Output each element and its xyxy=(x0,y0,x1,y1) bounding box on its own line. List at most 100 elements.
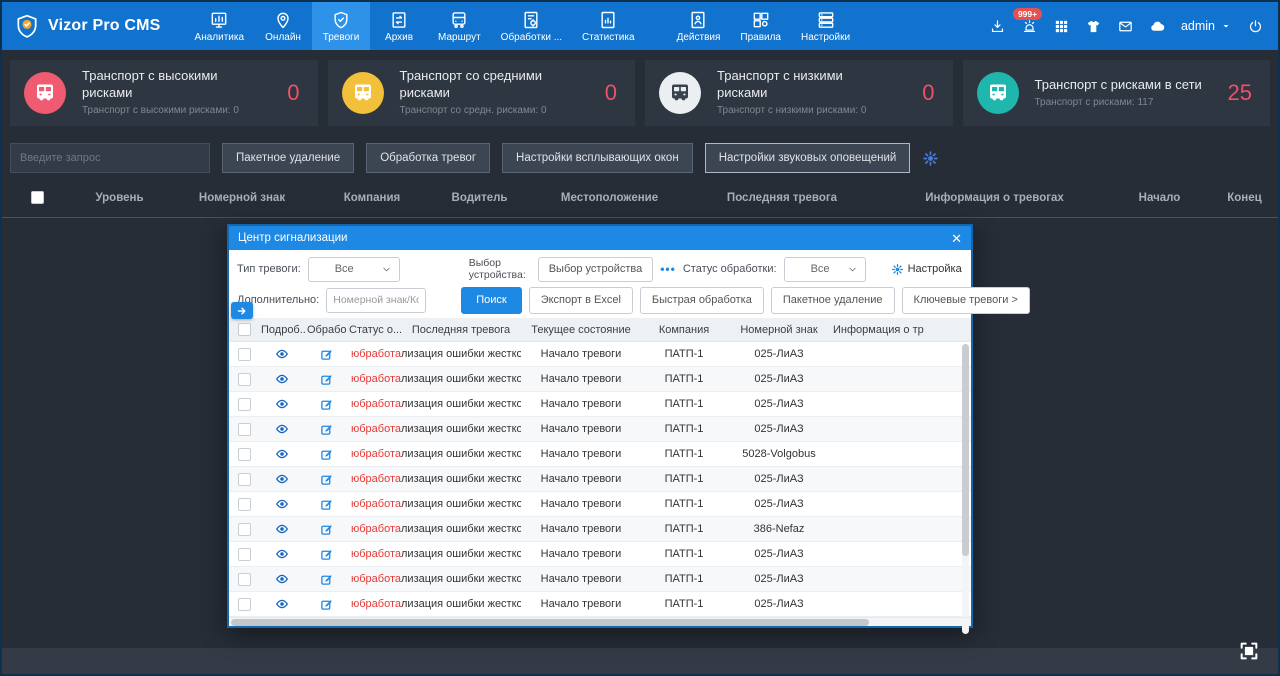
nav-tab-archive[interactable]: Архив xyxy=(370,2,428,50)
view-details-icon[interactable] xyxy=(259,522,305,536)
vertical-scroll-thumb[interactable] xyxy=(962,344,969,556)
modal-settings-link[interactable]: Настройка xyxy=(891,263,962,276)
stat-card-network-risk[interactable]: Транспорт с рисками в сетиТранспорт с ри… xyxy=(963,60,1271,126)
row-checkbox[interactable] xyxy=(238,448,251,461)
view-details-icon[interactable] xyxy=(259,547,305,561)
modal-column-header[interactable]: Последняя тревога xyxy=(401,324,521,336)
main-column-header[interactable]: Информация о тревогах xyxy=(877,192,1112,204)
quick-processing-button[interactable]: Быстрая обработка xyxy=(640,287,764,314)
row-checkbox[interactable] xyxy=(238,498,251,511)
main-column-header[interactable]: Водитель xyxy=(427,192,532,204)
search-input[interactable] xyxy=(10,143,210,173)
modal-column-header[interactable]: Текущее состояние xyxy=(521,324,641,336)
export-excel-button[interactable]: Экспорт в Excel xyxy=(529,287,633,314)
stat-card-high-risk[interactable]: Транспорт с высокими рискамиТранспорт с … xyxy=(10,60,318,126)
view-details-icon[interactable] xyxy=(259,372,305,386)
power-icon[interactable] xyxy=(1247,18,1264,35)
alarm-row[interactable]: юбработализация ошибки жесткогоНачало тр… xyxy=(229,567,971,592)
main-column-header[interactable]: Уровень xyxy=(72,192,167,204)
alarm-row[interactable]: юбработализация ошибки жесткогоНачало тр… xyxy=(229,517,971,542)
modal-select-all-checkbox[interactable] xyxy=(238,323,251,336)
main-column-header[interactable]: Последняя тревога xyxy=(687,192,877,204)
device-select-button[interactable]: Выбор устройства xyxy=(538,257,654,282)
grid-icon[interactable] xyxy=(1053,18,1070,35)
view-details-icon[interactable] xyxy=(259,347,305,361)
edit-icon[interactable] xyxy=(305,373,347,386)
alarm-row[interactable]: юбработализация ошибки жесткогоНачало тр… xyxy=(229,592,971,617)
edit-icon[interactable] xyxy=(305,448,347,461)
horizontal-scrollbar[interactable] xyxy=(229,617,971,626)
batch-delete-button[interactable]: Пакетное удаление xyxy=(222,143,354,173)
nav-tab-alarms[interactable]: Тревоги xyxy=(312,2,370,50)
vertical-scrollbar[interactable] xyxy=(962,344,969,634)
device-more-dots[interactable]: ••• xyxy=(660,262,676,276)
fullscreen-button[interactable] xyxy=(1238,640,1260,662)
view-details-icon[interactable] xyxy=(259,422,305,436)
row-checkbox[interactable] xyxy=(238,473,251,486)
plate-company-input[interactable] xyxy=(326,288,426,313)
stat-card-low-risk[interactable]: Транспорт с низкими рискамиТранспорт с н… xyxy=(645,60,953,126)
edit-icon[interactable] xyxy=(305,548,347,561)
nav-tab-settings[interactable]: Настройки xyxy=(791,2,860,50)
view-details-icon[interactable] xyxy=(259,597,305,611)
main-column-header[interactable]: Компания xyxy=(317,192,427,204)
edit-icon[interactable] xyxy=(305,498,347,511)
row-checkbox[interactable] xyxy=(238,548,251,561)
modal-column-header[interactable]: Информация о тр xyxy=(831,324,971,336)
nav-tab-online[interactable]: Онлайн xyxy=(254,2,312,50)
select-all-checkbox[interactable] xyxy=(31,191,44,204)
row-checkbox[interactable] xyxy=(238,398,251,411)
siren-icon[interactable]: 999+ xyxy=(1021,18,1038,35)
view-details-icon[interactable] xyxy=(259,397,305,411)
main-column-header[interactable]: Конец xyxy=(1207,192,1280,204)
nav-tab-processing[interactable]: Обработки ... xyxy=(491,2,572,50)
expand-arrow-button[interactable] xyxy=(231,302,253,319)
alarm-type-select[interactable]: Все xyxy=(308,257,400,282)
key-alarms-button[interactable]: Ключевые тревоги > xyxy=(902,287,1030,314)
edit-icon[interactable] xyxy=(305,598,347,611)
nav-tab-analytics[interactable]: Аналитика xyxy=(185,2,255,50)
row-checkbox[interactable] xyxy=(238,573,251,586)
modal-column-header[interactable]: Компания xyxy=(641,324,727,336)
sound-settings-button[interactable]: Настройки звуковых оповещений xyxy=(705,143,911,173)
modal-column-header[interactable]: Обрабо... xyxy=(305,324,347,336)
popup-settings-button[interactable]: Настройки всплывающих окон xyxy=(502,143,693,173)
view-details-icon[interactable] xyxy=(259,447,305,461)
row-checkbox[interactable] xyxy=(238,373,251,386)
nav-tab-rules[interactable]: Правила xyxy=(730,2,791,50)
batch-delete-button[interactable]: Пакетное удаление xyxy=(771,287,895,314)
alarm-row[interactable]: юбработализация ошибки жесткогоНачало тр… xyxy=(229,342,971,367)
mail-icon[interactable] xyxy=(1117,18,1134,35)
horizontal-scroll-thumb[interactable] xyxy=(231,619,869,626)
main-column-header[interactable]: Местоположение xyxy=(532,192,687,204)
alarm-row[interactable]: юбработализация ошибки жесткогоНачало тр… xyxy=(229,442,971,467)
edit-icon[interactable] xyxy=(305,423,347,436)
view-details-icon[interactable] xyxy=(259,572,305,586)
alarm-processing-button[interactable]: Обработка тревог xyxy=(366,143,490,173)
edit-icon[interactable] xyxy=(305,523,347,536)
alarm-row[interactable]: юбработализация ошибки жесткогоНачало тр… xyxy=(229,367,971,392)
edit-icon[interactable] xyxy=(305,473,347,486)
alarm-row[interactable]: юбработализация ошибки жесткогоНачало тр… xyxy=(229,467,971,492)
toolbar-gear-icon[interactable] xyxy=(922,150,939,167)
download-icon[interactable] xyxy=(989,18,1006,35)
nav-tab-actions[interactable]: Действия xyxy=(667,2,731,50)
processing-status-select[interactable]: Все xyxy=(784,257,866,282)
modal-column-header[interactable]: Подроб... xyxy=(259,324,305,336)
alarm-row[interactable]: юбработализация ошибки жесткогоНачало тр… xyxy=(229,542,971,567)
row-checkbox[interactable] xyxy=(238,598,251,611)
row-checkbox[interactable] xyxy=(238,523,251,536)
edit-icon[interactable] xyxy=(305,573,347,586)
edit-icon[interactable] xyxy=(305,398,347,411)
stat-card-medium-risk[interactable]: Транспорт со средними рискамиТранспорт с… xyxy=(328,60,636,126)
modal-column-header[interactable]: Номерной знак xyxy=(727,324,831,336)
alarm-row[interactable]: юбработализация ошибки жесткогоНачало тр… xyxy=(229,392,971,417)
view-details-icon[interactable] xyxy=(259,497,305,511)
alarm-row[interactable]: юбработализация ошибки жесткогоНачало тр… xyxy=(229,492,971,517)
view-details-icon[interactable] xyxy=(259,472,305,486)
close-icon[interactable]: ✕ xyxy=(951,232,962,245)
shirt-icon[interactable] xyxy=(1085,18,1102,35)
row-checkbox[interactable] xyxy=(238,348,251,361)
main-column-header[interactable]: Начало xyxy=(1112,192,1207,204)
search-button[interactable]: Поиск xyxy=(461,287,521,314)
